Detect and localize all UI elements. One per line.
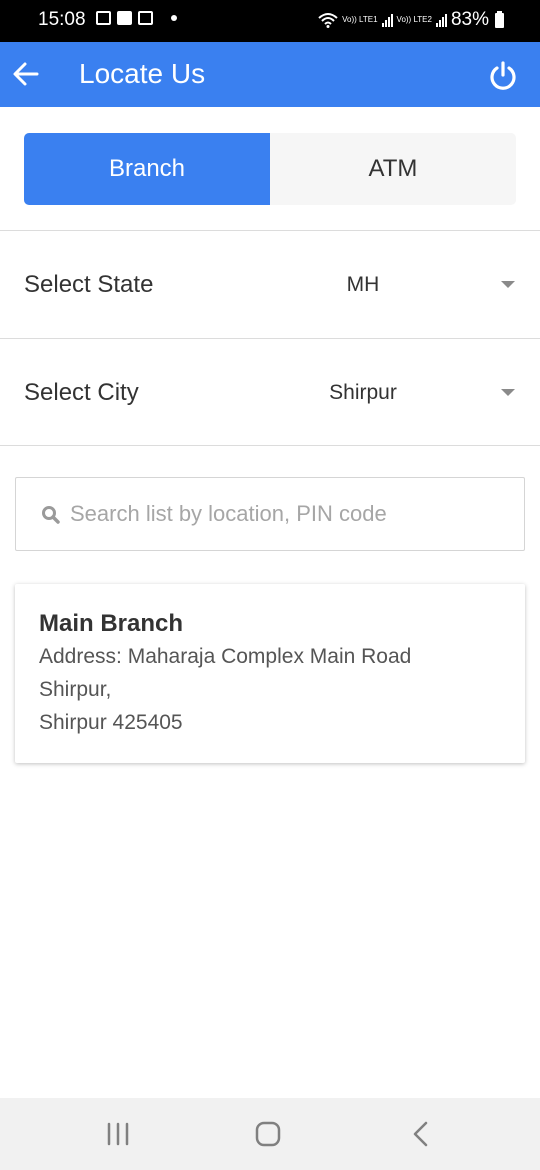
- status-right: Vo)) LTE1 Vo)) LTE2 83%: [318, 9, 504, 31]
- tab-branch[interactable]: Branch: [24, 133, 270, 205]
- home-icon: [255, 1121, 281, 1147]
- search-icon: [42, 506, 60, 524]
- dropdown-caret-icon: [501, 281, 515, 288]
- status-bar: 15:08 Vo)) LTE1 Vo)) LTE2 83%: [0, 0, 540, 42]
- sim2-network-label: Vo)) LTE2: [396, 15, 432, 24]
- facebook-icon: [117, 11, 132, 25]
- logout-button[interactable]: [488, 61, 518, 91]
- battery-percent: 83%: [450, 9, 489, 30]
- system-back-button[interactable]: [400, 1120, 440, 1148]
- wifi-icon: [318, 13, 338, 28]
- city-select[interactable]: Select City Shirpur: [0, 339, 540, 446]
- chevron-left-icon: [413, 1121, 428, 1147]
- page-title: Locate Us: [79, 58, 206, 89]
- branch-list-item[interactable]: Main Branch Address: Maharaja Complex Ma…: [15, 584, 525, 763]
- branch-address-line: Address: Maharaja Complex Main Road: [39, 645, 412, 668]
- notification-icons: [96, 11, 177, 25]
- battery-icon: [495, 10, 504, 28]
- recent-apps-icon: [107, 1122, 129, 1146]
- dot-icon: [171, 15, 177, 21]
- message-icon: [138, 11, 153, 25]
- city-select-label: Select City: [24, 379, 139, 406]
- sim1-network-label: Vo)) LTE1: [342, 15, 378, 24]
- state-select-label: Select State: [24, 271, 154, 298]
- branch-address-line: Shirpur,: [39, 678, 112, 701]
- branch-name: Main Branch: [39, 610, 184, 637]
- branch-address-line: Shirpur 425405: [39, 711, 183, 734]
- power-icon: [490, 61, 516, 90]
- status-time: 15:08: [38, 9, 86, 30]
- state-select[interactable]: Select State MH: [0, 231, 540, 338]
- search-box: [15, 477, 525, 551]
- arrow-left-icon: [13, 62, 39, 86]
- search-input[interactable]: [70, 478, 510, 550]
- app-bar: Locate Us: [0, 42, 540, 107]
- system-nav-bar: [0, 1098, 540, 1170]
- tab-atm[interactable]: ATM: [270, 133, 516, 205]
- signal-icon: [435, 13, 447, 27]
- back-button[interactable]: [10, 58, 42, 90]
- home-button[interactable]: [248, 1120, 288, 1148]
- divider: [0, 445, 540, 446]
- image-icon: [96, 11, 111, 25]
- recent-apps-button[interactable]: [98, 1120, 138, 1148]
- city-select-value: Shirpur: [329, 381, 397, 404]
- dropdown-caret-icon: [501, 389, 515, 396]
- signal-icon: [381, 13, 393, 27]
- location-type-tabs: Branch ATM: [24, 133, 516, 205]
- state-select-value: MH: [346, 273, 380, 296]
